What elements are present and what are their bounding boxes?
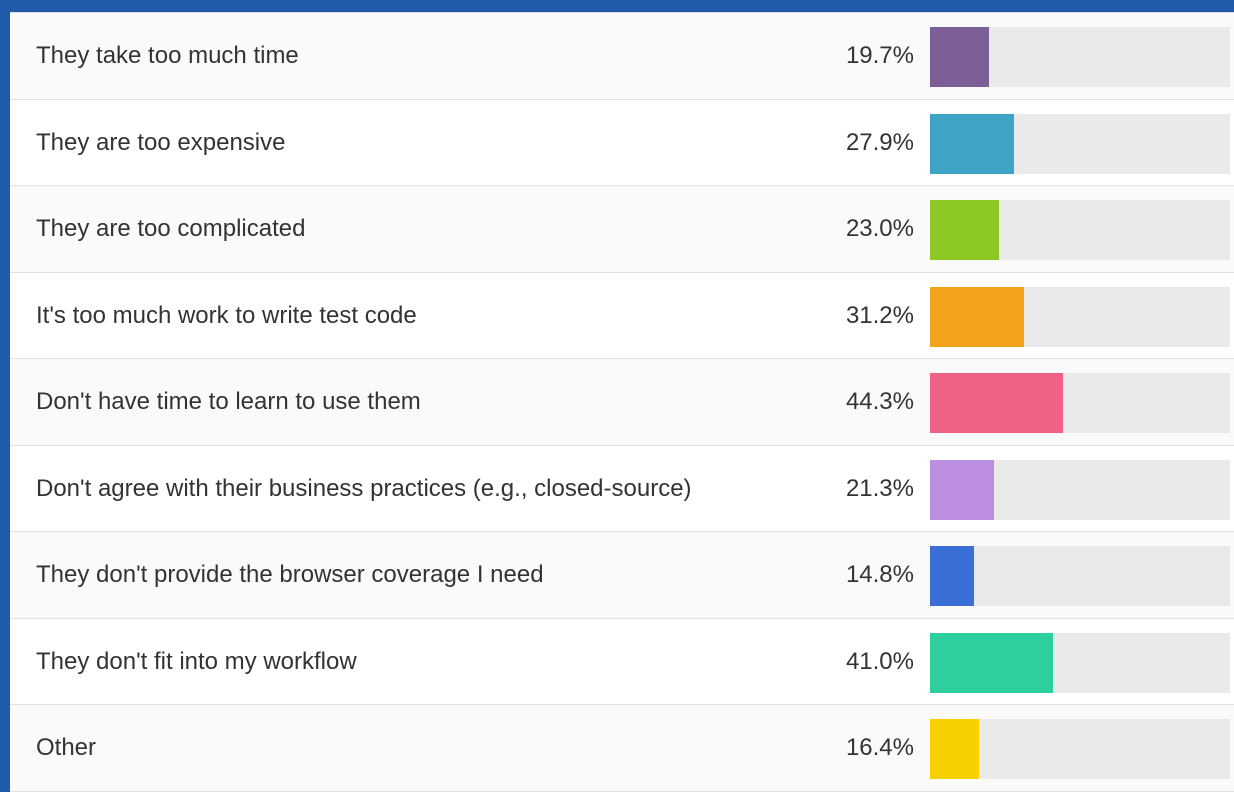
bar-fill	[930, 459, 994, 520]
bar-track	[930, 286, 1230, 347]
result-row: Don't agree with their business practice…	[10, 445, 1234, 532]
category-label: They don't provide the browser coverage …	[36, 561, 544, 588]
bar-track	[930, 373, 1230, 433]
bar-fill	[930, 719, 980, 779]
results-list: They take too much time 19.7% They are too…	[10, 13, 1234, 792]
bar-fill	[930, 200, 999, 260]
result-row: Don't have time to learn to use them 44.3…	[10, 359, 1234, 446]
category-label: Don't have time to learn to use them	[36, 388, 421, 415]
bar-track	[930, 632, 1230, 693]
result-row: It's too much work to write test code 31.…	[10, 272, 1234, 359]
result-row: They are too complicated 23.0%	[10, 186, 1234, 273]
percent-label: 16.4%	[845, 734, 914, 761]
category-label: Other	[36, 734, 97, 761]
bar-fill	[930, 546, 975, 606]
bar-track	[930, 719, 1230, 779]
bar-fill	[930, 632, 1053, 693]
category-label: Don't agree with their business practice…	[36, 474, 692, 502]
category-label: They are too complicated	[36, 215, 306, 242]
bar-fill	[930, 27, 990, 87]
bar-track	[930, 27, 1230, 87]
percent-label: 19.7%	[845, 42, 914, 69]
percent-label: 41.0%	[845, 647, 914, 675]
result-row: They are too expensive 27.9%	[10, 99, 1234, 186]
percent-label: 14.8%	[845, 561, 914, 588]
percent-label: 27.9%	[845, 128, 914, 156]
category-label: They don't fit into my workflow	[36, 647, 357, 675]
survey-results-panel: They take too much time 19.7% They are too…	[10, 12, 1234, 792]
bar-track	[930, 459, 1230, 520]
percent-label: 23.0%	[845, 215, 914, 242]
category-label: It's too much work to write test code	[36, 301, 417, 329]
bar-track	[930, 546, 1230, 606]
result-row: They don't fit into my workflow 41.0%	[10, 618, 1234, 705]
percent-label: 44.3%	[845, 388, 914, 415]
result-row: Other 16.4%	[10, 705, 1234, 792]
percent-label: 21.3%	[845, 474, 914, 502]
percent-label: 31.2%	[845, 301, 914, 329]
category-label: They take too much time	[36, 42, 299, 69]
result-row: They take too much time 19.7%	[10, 13, 1234, 100]
bar-fill	[930, 113, 1014, 174]
bar-track	[930, 113, 1230, 174]
bar-track	[930, 200, 1230, 260]
bar-fill	[930, 373, 1063, 433]
category-label: They are too expensive	[36, 128, 286, 156]
result-row: They don't provide the browser coverage …	[10, 532, 1234, 619]
bar-fill	[930, 286, 1024, 347]
